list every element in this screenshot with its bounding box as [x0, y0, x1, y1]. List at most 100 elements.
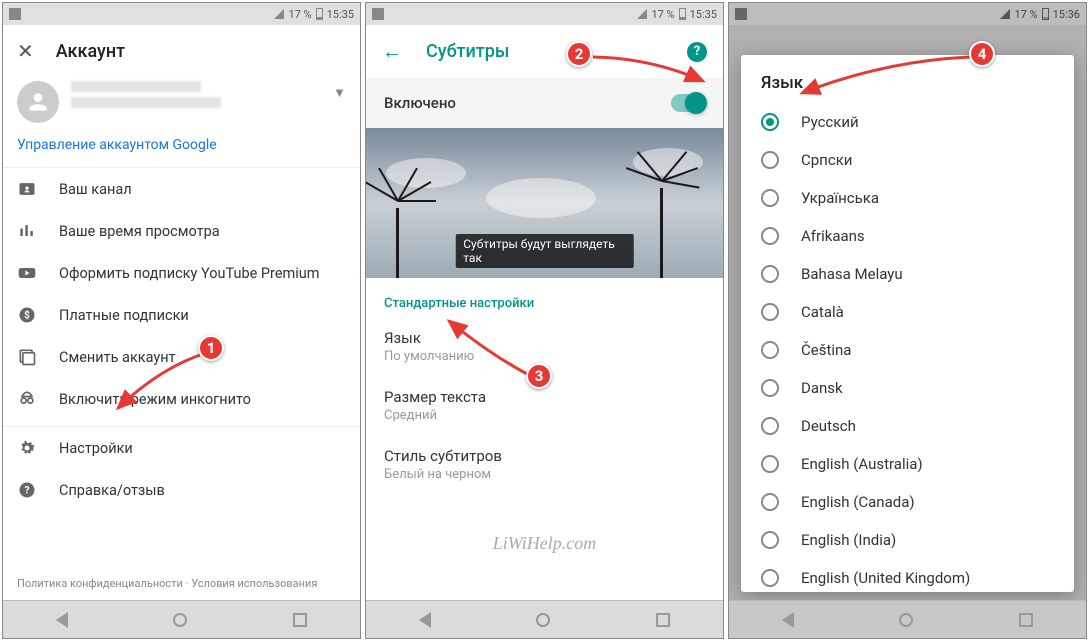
language-option[interactable]: Čeština	[741, 331, 1074, 369]
nav-recent-icon[interactable]	[656, 613, 670, 627]
manage-account-link[interactable]: Управление аккаунтом Google	[3, 131, 360, 167]
menu-watch-time[interactable]: Ваше время просмотра	[3, 210, 360, 252]
annotation-arrow-1	[108, 350, 208, 424]
language-label: Українська	[801, 189, 879, 207]
menu-premium[interactable]: Оформить подписку YouTube Premium	[3, 252, 360, 294]
nav-bar	[729, 600, 1086, 638]
battery-icon	[679, 8, 686, 20]
language-label: Deutsch	[801, 417, 856, 435]
menu-label: Платные подписки	[59, 307, 189, 324]
close-icon[interactable]: ✕	[17, 39, 34, 63]
signal-icon	[1000, 9, 1010, 19]
battery-icon	[316, 8, 323, 20]
menu-help[interactable]: ? Справка/отзыв	[3, 469, 360, 511]
annotation-arrow-2	[591, 53, 711, 97]
menu-label: Ваше время просмотра	[59, 223, 220, 240]
screen-captions: 17 % 15:35 ← Субтитры ? Включено	[365, 2, 724, 639]
nav-home-icon[interactable]	[173, 613, 187, 627]
menu-label: Ваш канал	[59, 181, 132, 198]
radio-icon	[761, 455, 779, 473]
nav-bar	[366, 600, 723, 638]
page-title: Аккаунт	[56, 41, 125, 62]
menu-paid[interactable]: $ Платные подписки	[3, 294, 360, 336]
watermark: LiWiHelp.com	[493, 533, 597, 554]
language-label: Bahasa Melayu	[801, 265, 903, 283]
language-label: Čeština	[801, 341, 851, 359]
radio-icon	[761, 303, 779, 321]
radio-icon	[761, 341, 779, 359]
language-option[interactable]: Bahasa Melayu	[741, 255, 1074, 293]
clock: 15:36	[1053, 8, 1080, 21]
back-arrow-icon[interactable]: ←	[382, 39, 402, 64]
language-label: English (India)	[801, 531, 896, 549]
language-label: Српски	[801, 151, 852, 169]
annotation-marker-2: 2	[566, 41, 592, 67]
menu-your-channel[interactable]: Ваш канал	[3, 168, 360, 210]
language-option[interactable]: Русский	[741, 103, 1074, 141]
incognito-icon	[17, 389, 37, 409]
language-option[interactable]: Afrikaans	[741, 217, 1074, 255]
annotation-marker-4: 4	[969, 41, 995, 67]
menu-settings[interactable]: Настройки	[3, 427, 360, 469]
language-option[interactable]: Dansk	[741, 369, 1074, 407]
language-label: English (United Kingdom)	[801, 569, 970, 587]
status-bar: 17 % 15:35	[3, 3, 360, 25]
radio-icon	[761, 227, 779, 245]
language-option[interactable]: Deutsch	[741, 407, 1074, 445]
stats-icon	[17, 221, 37, 241]
radio-icon	[761, 531, 779, 549]
help-icon: ?	[17, 480, 37, 500]
clock: 15:35	[327, 8, 354, 21]
battery-text: 17 %	[288, 8, 311, 21]
signal-icon	[274, 9, 284, 19]
radio-icon	[761, 113, 779, 131]
language-label: English (Canada)	[801, 493, 915, 511]
battery-icon	[1042, 8, 1049, 20]
language-label: Català	[801, 303, 844, 321]
nav-back-icon[interactable]	[56, 612, 68, 628]
nav-recent-icon[interactable]	[1019, 613, 1033, 627]
language-option[interactable]: Српски	[741, 141, 1074, 179]
menu-label: Оформить подписку YouTube Premium	[59, 265, 319, 282]
nav-home-icon[interactable]	[899, 613, 913, 627]
setting-caption-style[interactable]: Стиль субтитров Белый на черном	[366, 435, 723, 494]
language-option[interactable]: Українська	[741, 179, 1074, 217]
status-bar: 17 % 15:36	[729, 3, 1086, 25]
terms-link[interactable]: Условия использования	[191, 577, 317, 590]
language-option[interactable]: English (United Kingdom)	[741, 559, 1074, 592]
language-option[interactable]: Català	[741, 293, 1074, 331]
caption-preview: Субтитры будут выглядеть так	[366, 128, 723, 278]
radio-icon	[761, 417, 779, 435]
nav-back-icon[interactable]	[419, 612, 431, 628]
radio-icon	[761, 265, 779, 283]
svg-text:?: ?	[25, 485, 30, 496]
radio-icon	[761, 493, 779, 511]
battery-text: 17 %	[1014, 8, 1037, 21]
caption-sample: Субтитры будут выглядеть так	[455, 234, 634, 268]
footer-links: Политика конфиденциальности · Условия ис…	[3, 567, 360, 600]
language-label: English (Australia)	[801, 455, 923, 473]
language-dialog: Язык РусскийСрпскиУкраїнськаAfrikaansBah…	[741, 55, 1074, 592]
profile-block[interactable]: ▼	[3, 77, 360, 131]
channel-icon	[17, 179, 37, 199]
clock: 15:35	[690, 8, 717, 21]
switch-icon	[17, 347, 37, 367]
gear-icon	[17, 438, 37, 458]
nav-back-icon[interactable]	[782, 612, 794, 628]
language-options: Русский Српски Українська Afrikaans Bahasa M…	[741, 103, 1074, 592]
radio-icon	[761, 379, 779, 397]
battery-text: 17 %	[651, 8, 674, 21]
svg-text:$: $	[24, 308, 30, 321]
language-option[interactable]: English (Australia)	[741, 445, 1074, 483]
language-option[interactable]: English (Canada)	[741, 483, 1074, 521]
nav-recent-icon[interactable]	[293, 613, 307, 627]
menu-label: Настройки	[59, 440, 133, 457]
chevron-down-icon[interactable]: ▼	[333, 81, 346, 101]
privacy-link[interactable]: Политика конфиденциальности	[17, 577, 183, 590]
annotation-marker-1: 1	[198, 335, 224, 361]
radio-icon	[761, 189, 779, 207]
screen-language-dialog: 17 % 15:36 Язык РусскийСрпскиУкраїнськаA…	[728, 2, 1087, 639]
nav-home-icon[interactable]	[536, 613, 550, 627]
screen-account: 17 % 15:35 ✕ Аккаунт ▼ Управление аккаун…	[2, 2, 361, 639]
language-option[interactable]: English (India)	[741, 521, 1074, 559]
